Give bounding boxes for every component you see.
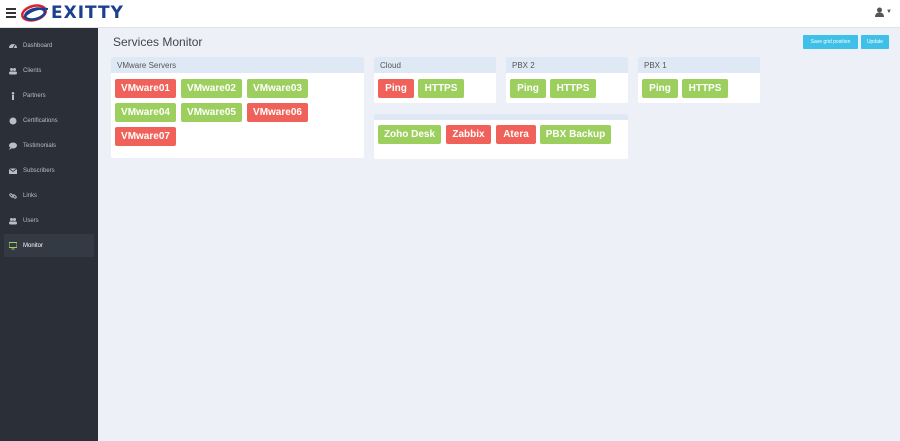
sidebar-item-partners[interactable]: Partners <box>4 84 94 107</box>
panel-title: VMware Servers <box>111 57 364 73</box>
panel-vmware-servers[interactable]: VMware Servers VMware01 VMware02 VMware0… <box>111 57 364 158</box>
top-bar: EXITTY ▼ <box>0 0 900 28</box>
users-icon <box>8 217 17 225</box>
sidebar-item-subscribers[interactable]: Subscribers <box>4 159 94 182</box>
service-badge-zoho-desk[interactable]: Zoho Desk <box>378 125 441 144</box>
service-badge-pbx2-ping[interactable]: Ping <box>510 79 546 98</box>
user-menu[interactable]: ▼ <box>875 7 892 17</box>
sidebar-item-label: Testimonials <box>23 142 57 149</box>
service-badge-vmware07[interactable]: VMware07 <box>115 127 176 146</box>
update-button[interactable]: Update <box>861 35 889 49</box>
service-badge-vmware03[interactable]: VMware03 <box>247 79 308 98</box>
panel-pbx1[interactable]: PBX 1 Ping HTTPS <box>638 57 760 103</box>
sidebar-item-label: Certifications <box>23 117 58 124</box>
service-badge-vmware05[interactable]: VMware05 <box>181 103 242 122</box>
sidebar-item-label: Clients <box>23 67 42 74</box>
service-badge-vmware04[interactable]: VMware04 <box>115 103 176 122</box>
sidebar-item-label: Dashboard <box>23 42 53 49</box>
panel-cloud[interactable]: Cloud Ping HTTPS <box>374 57 496 103</box>
sidebar-item-label: Links <box>23 192 38 199</box>
panel-title <box>374 114 628 120</box>
sidebar-item-label: Monitor <box>23 242 44 249</box>
user-icon <box>875 7 885 17</box>
sidebar: Dashboard Clients Partners Certification… <box>0 28 98 441</box>
service-badge-pbx-backup[interactable]: PBX Backup <box>540 125 611 144</box>
service-badge-atera[interactable]: Atera <box>496 125 536 144</box>
service-badge-vmware06[interactable]: VMware06 <box>247 103 308 122</box>
sidebar-item-clients[interactable]: Clients <box>4 59 94 82</box>
link-icon <box>8 192 17 200</box>
sidebar-item-links[interactable]: Links <box>4 184 94 207</box>
certificate-icon <box>8 117 17 125</box>
service-badge-vmware02[interactable]: VMware02 <box>181 79 242 98</box>
panel-title: Cloud <box>374 57 496 73</box>
sidebar-item-label: Users <box>23 217 39 224</box>
caret-down-icon: ▼ <box>886 9 892 15</box>
brand-logo[interactable]: EXITTY <box>20 2 124 24</box>
sidebar-item-monitor[interactable]: Monitor <box>4 234 94 257</box>
dashboard-icon <box>8 42 17 50</box>
service-badge-cloud-https[interactable]: HTTPS <box>418 79 464 98</box>
sidebar-item-certifications[interactable]: Certifications <box>4 109 94 132</box>
panel-title: PBX 1 <box>638 57 760 73</box>
logo-text: EXITTY <box>51 3 124 23</box>
hamburger-menu-icon[interactable] <box>6 8 16 18</box>
service-badge-pbx2-https[interactable]: HTTPS <box>550 79 596 98</box>
logo-swoosh-icon <box>21 4 49 22</box>
service-badge-cloud-ping[interactable]: Ping <box>378 79 414 98</box>
comment-icon <box>8 142 17 150</box>
sidebar-item-label: Subscribers <box>23 167 55 174</box>
desktop-icon <box>8 241 17 250</box>
users-icon <box>8 67 17 75</box>
service-badge-pbx1-https[interactable]: HTTPS <box>682 79 728 98</box>
sidebar-item-label: Partners <box>23 92 46 99</box>
male-icon <box>8 91 17 100</box>
envelope-icon <box>8 167 17 175</box>
panel-misc-services[interactable]: Zoho Desk Zabbix Atera PBX Backup <box>374 114 628 159</box>
panel-pbx2[interactable]: PBX 2 Ping HTTPS <box>506 57 628 103</box>
sidebar-item-testimonials[interactable]: Testimonials <box>4 134 94 157</box>
save-grid-position-button[interactable]: Save grid position <box>803 35 858 49</box>
sidebar-item-dashboard[interactable]: Dashboard <box>4 34 94 57</box>
service-badge-zabbix[interactable]: Zabbix <box>446 125 491 144</box>
service-badge-pbx1-ping[interactable]: Ping <box>642 79 678 98</box>
service-badge-vmware01[interactable]: VMware01 <box>115 79 176 98</box>
page-title: Services Monitor <box>113 35 203 49</box>
panel-title: PBX 2 <box>506 57 628 73</box>
sidebar-item-users[interactable]: Users <box>4 209 94 232</box>
